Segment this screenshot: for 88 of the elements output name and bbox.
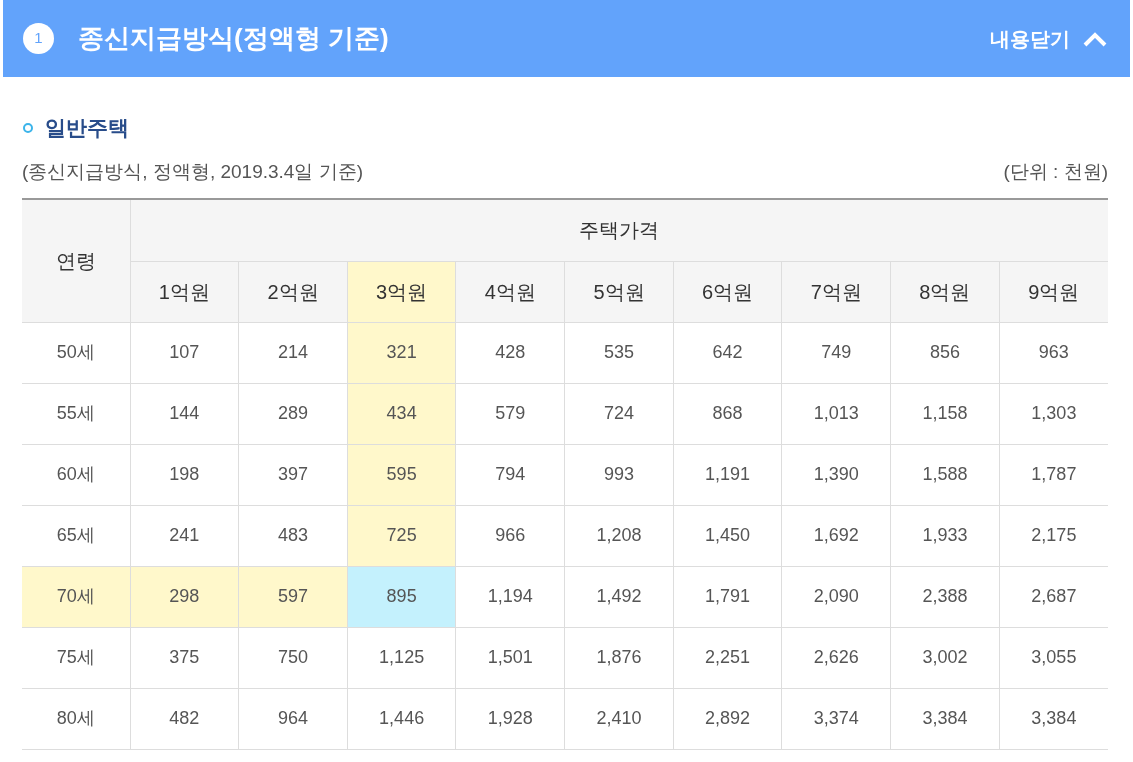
table-cell: 1,450 — [673, 505, 782, 566]
table-cell: 1,303 — [999, 383, 1108, 444]
table-cell: 2,687 — [999, 566, 1108, 627]
table-cell: 2,090 — [781, 566, 891, 627]
table-cell: 50세 — [22, 322, 130, 383]
table-cell: 966 — [455, 505, 565, 566]
table-cell: 2,410 — [564, 688, 674, 749]
table-cell: 2,626 — [781, 627, 891, 688]
column-header: 3억원 — [347, 261, 456, 322]
unit-note: (단위 : 천원) — [1003, 159, 1108, 184]
table-cell: 375 — [130, 627, 239, 688]
table-cell: 65세 — [22, 505, 130, 566]
table-cell: 1,928 — [455, 688, 565, 749]
table-cell: 3,374 — [781, 688, 891, 749]
table-cell: 1,191 — [673, 444, 782, 505]
table-cell: 482 — [130, 688, 239, 749]
table-cell: 1,501 — [455, 627, 565, 688]
table-cell: 428 — [455, 322, 565, 383]
column-header: 1억원 — [130, 261, 239, 322]
table-cell: 579 — [455, 383, 565, 444]
collapse-toggle[interactable]: 내용닫기 — [990, 23, 1108, 54]
table-cell: 856 — [890, 322, 1000, 383]
table-cell: 70세 — [22, 566, 130, 627]
table-cell: 107 — [130, 322, 239, 383]
table-cell: 3,384 — [999, 688, 1108, 749]
table-cell: 3,002 — [890, 627, 1000, 688]
table-cell: 725 — [347, 505, 456, 566]
table-cell: 963 — [999, 322, 1108, 383]
table-cell: 289 — [238, 383, 348, 444]
table-cell: 2,892 — [673, 688, 782, 749]
table-cell: 1,692 — [781, 505, 891, 566]
table-cell: 2,251 — [673, 627, 782, 688]
column-header: 9억원 — [999, 261, 1108, 322]
table-cell: 535 — [564, 322, 674, 383]
table-cell: 80세 — [22, 688, 130, 749]
table-cell: 794 — [455, 444, 565, 505]
table-cell: 1,390 — [781, 444, 891, 505]
table-cell: 321 — [347, 322, 456, 383]
table-cell: 397 — [238, 444, 348, 505]
table-caption: (종신지급방식, 정액형, 2019.3.4일 기준) — [22, 159, 363, 184]
table-cell: 3,384 — [890, 688, 1000, 749]
column-header: 5억원 — [564, 261, 674, 322]
table-cell: 1,194 — [455, 566, 565, 627]
table-cell: 1,492 — [564, 566, 674, 627]
subsection-title: 일반주택 — [45, 115, 129, 141]
section-number-badge: 1 — [23, 23, 54, 54]
table-cell: 2,388 — [890, 566, 1000, 627]
table-cell: 1,876 — [564, 627, 674, 688]
table-cell: 1,787 — [999, 444, 1108, 505]
table-cell: 597 — [238, 566, 348, 627]
table-cell: 868 — [673, 383, 782, 444]
bullet-icon — [23, 122, 33, 133]
table-cell: 750 — [238, 627, 348, 688]
column-header: 4억원 — [455, 261, 565, 322]
table-cell: 1,446 — [347, 688, 456, 749]
table-cell: 642 — [673, 322, 782, 383]
table-cell: 3,055 — [999, 627, 1108, 688]
table-cell: 749 — [781, 322, 891, 383]
table-cell: 214 — [238, 322, 348, 383]
table-cell: 1,158 — [890, 383, 1000, 444]
table-cell: 1,013 — [781, 383, 891, 444]
table-cell: 724 — [564, 383, 674, 444]
table-cell: 483 — [238, 505, 348, 566]
table-cell: 1,933 — [890, 505, 1000, 566]
column-header: 2억원 — [238, 261, 348, 322]
table-cell: 298 — [130, 566, 239, 627]
column-header: 8억원 — [890, 261, 1000, 322]
table-cell: 241 — [130, 505, 239, 566]
table-cell: 964 — [238, 688, 348, 749]
table-cell: 60세 — [22, 444, 130, 505]
table-cell: 1,208 — [564, 505, 674, 566]
table-cell: 1,791 — [673, 566, 782, 627]
section-title: 종신지급방식(정액형 기준) — [78, 22, 389, 55]
column-header: 주택가격 — [130, 199, 1108, 261]
table-cell: 1,125 — [347, 627, 456, 688]
table-cell: 993 — [564, 444, 674, 505]
column-header: 연령 — [22, 199, 130, 322]
table-cell: 55세 — [22, 383, 130, 444]
column-header: 6억원 — [673, 261, 782, 322]
table-cell: 198 — [130, 444, 239, 505]
table-cell: 2,175 — [999, 505, 1108, 566]
table-cell: 75세 — [22, 627, 130, 688]
table-cell: 144 — [130, 383, 239, 444]
table-cell: 895 — [347, 566, 456, 627]
column-header: 7억원 — [781, 261, 891, 322]
table-cell: 1,588 — [890, 444, 1000, 505]
table-cell: 434 — [347, 383, 456, 444]
table-cell: 595 — [347, 444, 456, 505]
